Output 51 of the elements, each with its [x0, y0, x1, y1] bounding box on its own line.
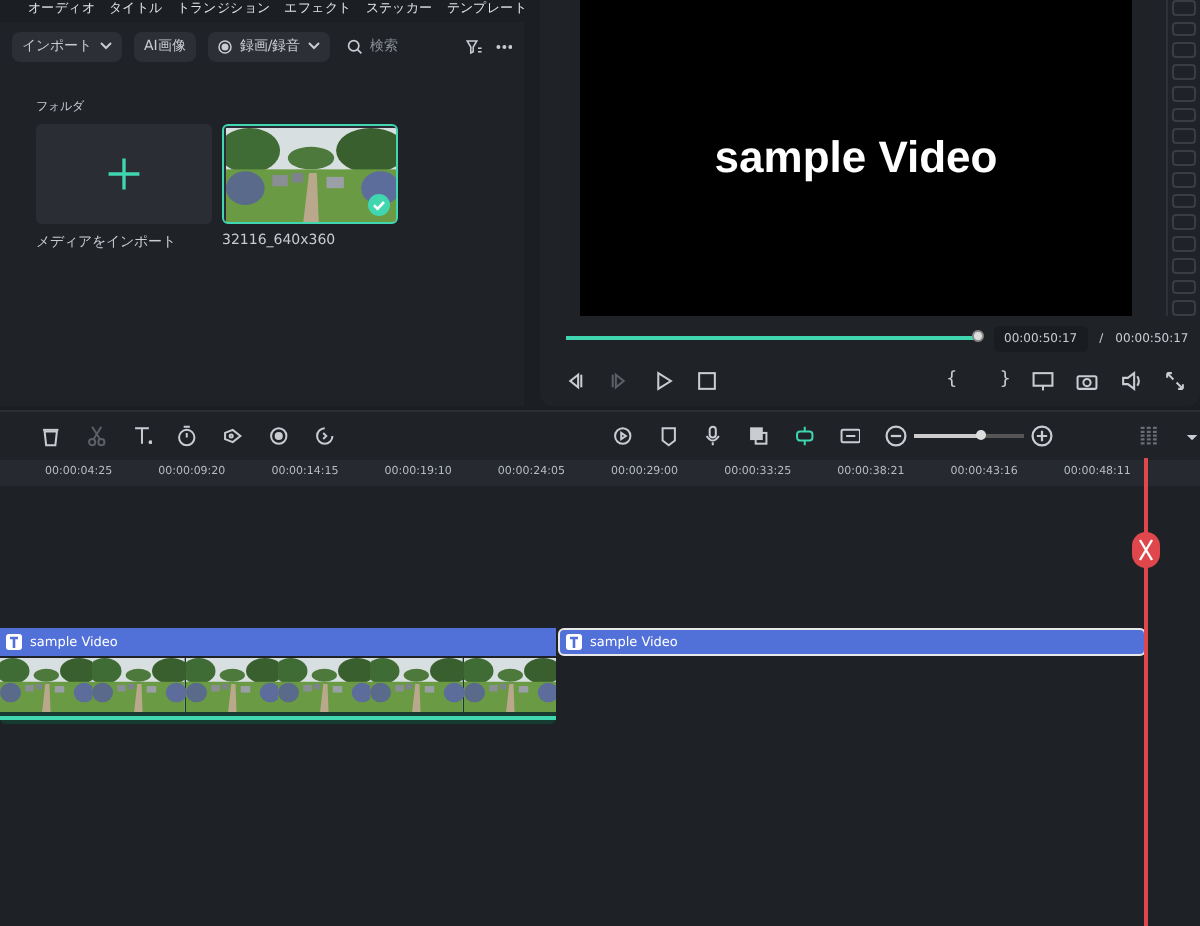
frame-slot [1172, 214, 1196, 231]
frame-slot [1172, 0, 1196, 16]
overlay-icon[interactable] [748, 424, 770, 448]
grid-icon[interactable] [1138, 422, 1161, 450]
caption-icon[interactable] [839, 424, 861, 448]
text-icon [6, 634, 22, 650]
video-clip[interactable] [0, 658, 556, 724]
microphone-icon[interactable] [702, 424, 725, 448]
video-title: sample Video [714, 132, 998, 184]
record-icon [217, 39, 232, 53]
volume-icon[interactable] [1120, 369, 1143, 391]
speed-icon[interactable] [313, 424, 335, 448]
chevron-icon [100, 42, 112, 50]
plus-icon[interactable] [106, 156, 142, 192]
zoom-out-icon[interactable] [884, 424, 909, 448]
filter-icon[interactable] [466, 35, 484, 57]
frame-slot [1172, 279, 1196, 295]
frame-slot [1172, 21, 1196, 37]
frame-slot [1172, 64, 1196, 80]
frame-slot [1172, 171, 1196, 188]
camera-icon[interactable] [1076, 369, 1099, 391]
frame-slot [1172, 236, 1196, 252]
monitor-icon[interactable] [1032, 369, 1055, 391]
frame-slot [1172, 128, 1196, 145]
link-icon[interactable] [793, 424, 816, 448]
text-icon [566, 634, 582, 650]
text-icon[interactable] [131, 424, 153, 448]
fullscreen-icon[interactable] [1164, 369, 1187, 391]
frame-slot [1172, 42, 1196, 59]
search-icon[interactable] [346, 37, 365, 55]
stop-icon[interactable] [696, 369, 718, 391]
timer-icon[interactable] [176, 424, 198, 448]
frame-slot [1172, 300, 1196, 317]
delete-icon[interactable] [40, 424, 62, 448]
previous-frame-icon[interactable] [564, 369, 586, 391]
frame-slot [1172, 150, 1196, 166]
import-tile[interactable] [36, 124, 212, 224]
mark-in-button[interactable]: { [946, 370, 958, 390]
frame-slot [1172, 193, 1196, 209]
check-icon [368, 194, 390, 216]
tag-icon[interactable] [222, 424, 244, 448]
play-circle-icon[interactable] [611, 424, 634, 448]
marker-icon[interactable] [657, 424, 679, 448]
play-icon[interactable] [652, 369, 674, 391]
chevron-icon [308, 42, 321, 50]
next-frame-icon[interactable] [608, 369, 630, 391]
frame-slot [1172, 107, 1196, 123]
mark-out-button[interactable]: } [999, 370, 1011, 390]
frame-slot [1172, 85, 1196, 102]
frame-slot [1172, 257, 1196, 274]
zoom-in-icon[interactable] [1030, 424, 1055, 448]
